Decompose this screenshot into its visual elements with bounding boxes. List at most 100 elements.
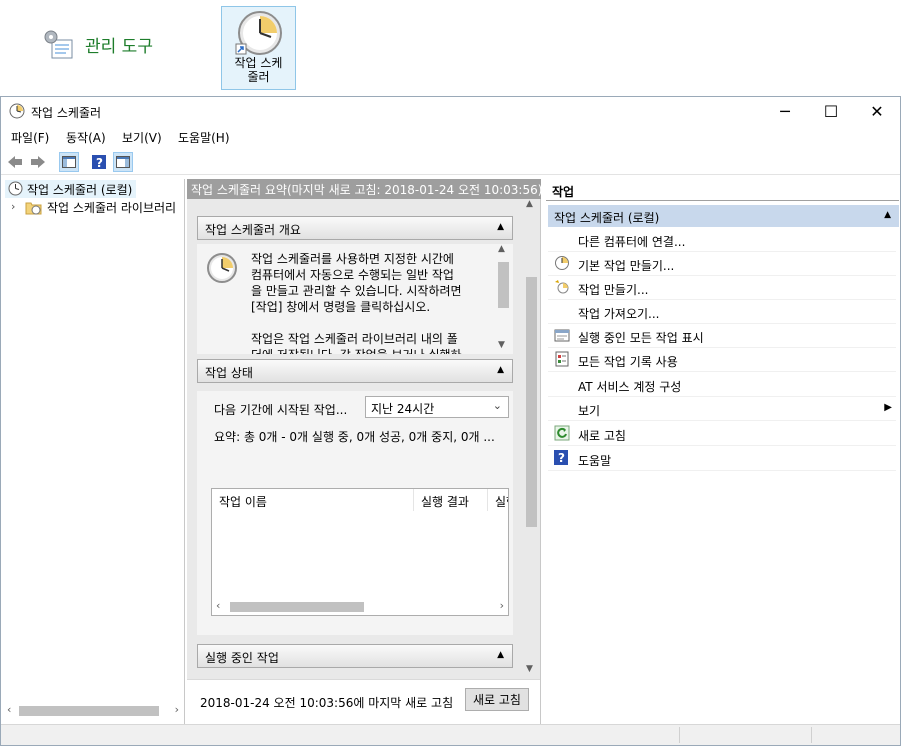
action-create-task[interactable]: 작업 만들기... [548,276,896,300]
period-value: 지난 24시간 [371,402,435,416]
action-label: 기본 작업 만들기... [578,259,675,273]
action-label: 작업 만들기... [578,283,649,297]
action-label: 다른 컴퓨터에 연결... [578,235,686,249]
action-label: 작업 가져오기... [578,307,660,321]
tree-horizontal-scrollbar[interactable]: ‹ › [5,702,183,719]
scroll-up-icon[interactable]: ▲ [526,199,533,209]
clock-icon [8,181,23,199]
collapse-icon[interactable]: ▲ [497,650,504,660]
scroll-left-icon[interactable]: ‹ [7,703,11,716]
menu-bar: 파일(F) 동작(A) 보기(V) 도움말(H) [1,125,900,147]
action-label: AT 서비스 계정 구성 [578,380,682,394]
scroll-thumb[interactable] [19,706,159,716]
create-task-icon [554,279,570,298]
refresh-button[interactable]: 새로 고침 [465,688,529,711]
chevron-right-icon[interactable]: › [11,200,15,213]
action-show-running-tasks[interactable]: 실행 중인 모든 작업 표시 [548,324,896,348]
task-scheduler-window: 작업 스케줄러 ─ ☐ ✕ 파일(F) 동작(A) 보기(V) 도움말(H) ? [0,96,901,746]
maximize-button[interactable]: ☐ [808,97,854,125]
action-create-basic-task[interactable]: 기본 작업 만들기... [548,252,896,276]
clock-wizard-icon [554,255,570,274]
action-help[interactable]: ? 도움말 [548,447,896,471]
tree-library-label: 작업 스케줄러 라이브러리 [47,201,177,215]
collapse-icon[interactable]: ▲ [497,222,504,232]
menu-help[interactable]: 도움말(H) [178,129,230,146]
history-icon [554,351,570,370]
summary-vertical-scrollbar[interactable]: ▲ ▼ [523,199,540,679]
collapse-icon[interactable]: ▲ [497,365,504,375]
tree-root-label: 작업 스케줄러 (로컬) [27,183,133,197]
scroll-left-icon[interactable]: ‹ [216,599,220,612]
action-view[interactable]: 보기 ▶ [548,397,896,421]
close-button[interactable]: ✕ [854,97,900,125]
period-label: 다음 기간에 시작된 작업... [214,403,348,417]
tree-root-local[interactable]: 작업 스케줄러 (로컬) [5,180,137,199]
running-section-title: 실행 중인 작업 [205,651,279,665]
status-body: 다음 기간에 시작된 작업... 지난 24시간 ⌄ 요약: 총 0개 - 0개… [197,391,513,635]
status-bar-divider [811,727,812,743]
scroll-down-icon[interactable]: ▼ [526,664,533,674]
column-header-task-name[interactable]: 작업 이름 [212,489,414,511]
actions-pane: 작업 작업 스케줄러 (로컬) ▲ 다른 컴퓨터에 연결... 기본 작업 만들… [546,179,900,724]
period-dropdown[interactable]: 지난 24시간 ⌄ [365,396,509,418]
scroll-thumb[interactable] [230,602,364,612]
action-label: 보기 [578,404,601,418]
menu-action[interactable]: 동작(A) [66,129,106,146]
task-status-table: 작업 이름 실행 결과 실행 ‹ › [211,488,509,616]
scroll-down-icon[interactable]: ▼ [498,340,505,350]
scroll-thumb[interactable] [526,277,537,527]
summary-header: 작업 스케줄러 요약(마지막 새로 고침: 2018-01-24 오전 10:0… [187,179,541,199]
svg-text:?: ? [96,156,103,169]
action-refresh[interactable]: 새로 고침 [548,422,896,446]
scroll-up-icon[interactable]: ▲ [498,244,505,254]
actions-group-header[interactable]: 작업 스케줄러 (로컬) ▲ [548,205,899,227]
admin-tools-icon[interactable] [42,28,76,62]
forward-arrow-icon[interactable] [28,152,48,172]
column-header-run[interactable]: 실행 [488,489,508,511]
menu-view[interactable]: 보기(V) [122,129,162,146]
help-icon[interactable]: ? [89,152,109,172]
actions-group-title: 작업 스케줄러 (로컬) [554,211,660,225]
running-section-header[interactable]: 실행 중인 작업 ▲ [197,644,513,668]
action-connect-computer[interactable]: 다른 컴퓨터에 연결... [548,228,896,252]
task-scheduler-shortcut[interactable]: 작업 스케 줄러 [221,6,296,90]
toolbar: ? [1,149,900,175]
clock-icon [235,10,283,59]
summary-footer: 2018-01-24 오전 10:03:56에 마지막 새로 고침 새로 고침 [187,679,540,724]
status-bar [1,724,900,745]
running-tasks-icon [554,327,570,346]
admin-tools-label[interactable]: 관리 도구 [85,32,153,57]
column-header-run-result[interactable]: 실행 결과 [414,489,488,511]
minimize-button[interactable]: ─ [762,97,808,125]
console-tree: 작업 스케줄러 (로컬) › 작업 스케줄러 라이브러리 ‹ › [1,179,185,724]
app-clock-icon [9,103,25,122]
scroll-thumb[interactable] [498,262,509,308]
chevron-down-icon[interactable]: ⌄ [493,399,502,412]
show-hide-action-pane-icon[interactable] [113,152,133,172]
collapse-icon[interactable]: ▲ [884,210,891,220]
show-hide-console-tree-icon[interactable] [59,152,79,172]
table-horizontal-scrollbar[interactable]: ‹ › [212,598,508,615]
status-section-header[interactable]: 작업 상태 ▲ [197,359,513,383]
last-refresh-text: 2018-01-24 오전 10:03:56에 마지막 새로 고침 [200,696,454,710]
overview-section-header[interactable]: 작업 스케줄러 개요 ▲ [197,216,513,240]
action-import-task[interactable]: 작업 가져오기... [548,300,896,324]
action-enable-history[interactable]: 모든 작업 기록 사용 [548,348,896,372]
tree-item-library[interactable]: › 작업 스케줄러 라이브러리 [9,199,176,217]
scroll-right-icon[interactable]: › [175,703,179,716]
scroll-right-icon[interactable]: › [500,599,504,612]
action-label: 모든 작업 기록 사용 [578,355,678,369]
title-bar[interactable]: 작업 스케줄러 ─ ☐ ✕ [1,97,900,125]
overview-vertical-scrollbar[interactable]: ▲ ▼ [495,244,511,354]
clock-icon [206,252,238,287]
status-summary: 요약: 총 0개 - 0개 실행 중, 0개 성공, 0개 중지, 0개 ... [214,430,495,444]
actions-title: 작업 [546,179,899,201]
folder-clock-icon [25,200,42,218]
status-section-title: 작업 상태 [205,366,253,380]
back-arrow-icon[interactable] [5,152,25,172]
summary-pane: 작업 스케줄러 요약(마지막 새로 고침: 2018-01-24 오전 10:0… [187,179,541,724]
action-at-service-account[interactable]: AT 서비스 계정 구성 [548,373,896,397]
action-label: 도움말 [578,454,612,468]
menu-file[interactable]: 파일(F) [11,129,49,146]
action-label: 새로 고침 [578,429,626,443]
